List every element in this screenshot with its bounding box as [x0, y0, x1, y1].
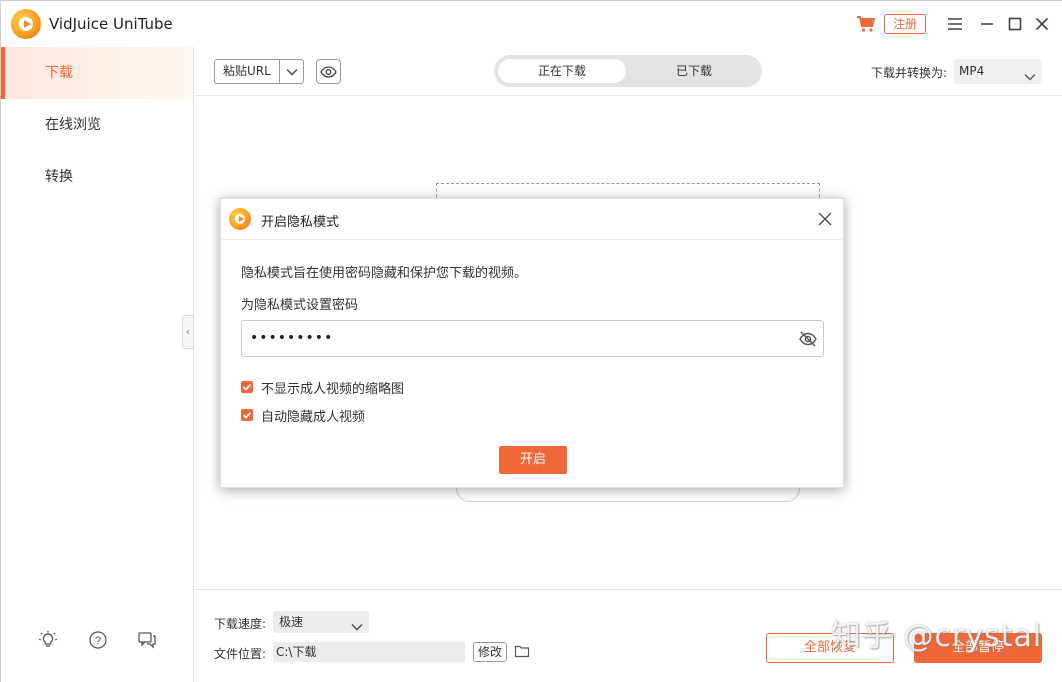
maximize-icon[interactable]: [1005, 14, 1025, 34]
watermark: 知乎 @crystal: [831, 619, 1043, 654]
app-logo-icon: [229, 208, 251, 230]
chevron-down-icon: [351, 616, 363, 638]
tab-downloading[interactable]: 正在下载: [498, 59, 626, 83]
hide-thumbnails-checkbox-row[interactable]: 不显示成人视频的缩略图: [241, 379, 405, 397]
toolbar: 粘贴URL 正在下载 已下载 下载并转换为: MP4: [194, 47, 1062, 96]
sidebar: 下载 在线浏览 转换 ?: [1, 47, 194, 682]
paste-url-label: 粘贴URL: [223, 64, 271, 78]
divider: [279, 60, 280, 83]
chevron-down-icon: [1024, 65, 1036, 90]
privacy-mode-dialog: 开启隐私模式 隐私模式旨在使用密码隐藏和保护您下载的视频。 为隐私模式设置密码 …: [220, 198, 844, 488]
menu-icon[interactable]: [945, 14, 965, 34]
format-label: 下载并转换为:: [871, 66, 948, 80]
register-button[interactable]: 注册: [884, 14, 926, 34]
speed-label: 下载速度:: [214, 617, 267, 631]
lightbulb-icon[interactable]: [37, 629, 59, 651]
checkbox-checked[interactable]: [241, 381, 253, 393]
sidebar-item-download[interactable]: 下载: [1, 47, 193, 99]
location-label: 文件位置:: [214, 647, 267, 661]
sidebar-item-convert[interactable]: 转换: [1, 151, 193, 203]
modify-path-button[interactable]: 修改: [473, 642, 507, 662]
feedback-icon[interactable]: [136, 629, 158, 651]
cart-icon[interactable]: [856, 14, 876, 34]
close-icon[interactable]: [1032, 14, 1052, 34]
checkbox-label: 自动隐藏成人视频: [261, 409, 366, 425]
download-status-tabs: 正在下载 已下载: [494, 55, 762, 87]
chevron-down-icon[interactable]: [281, 60, 303, 83]
minimize-icon[interactable]: [977, 14, 997, 34]
app-title: VidJuice UniTube: [49, 15, 173, 33]
title-bar: VidJuice UniTube 注册: [1, 1, 1062, 47]
password-field[interactable]: •••••••••: [241, 320, 824, 357]
dialog-title: 开启隐私模式: [261, 215, 340, 230]
speed-select[interactable]: 极速: [273, 611, 369, 633]
app-window: VidJuice UniTube 注册 下载 在线浏览 转换 ? ‹ 粘贴URL…: [0, 0, 1062, 682]
format-select[interactable]: MP4: [954, 59, 1042, 84]
dialog-header: 开启隐私模式: [221, 199, 843, 240]
collapse-sidebar-handle[interactable]: ‹: [182, 315, 194, 349]
sidebar-item-online-browse[interactable]: 在线浏览: [1, 99, 193, 151]
auto-hide-checkbox-row[interactable]: 自动隐藏成人视频: [241, 407, 366, 425]
download-path-field[interactable]: C:\下载: [273, 642, 465, 662]
hide-password-icon[interactable]: [798, 329, 818, 349]
eye-icon: [320, 65, 337, 78]
enable-privacy-button[interactable]: 开启: [499, 446, 567, 474]
paste-url-button[interactable]: 粘贴URL: [214, 59, 304, 84]
speed-value: 极速: [279, 615, 304, 629]
dialog-description: 隐私模式旨在使用密码隐藏和保护您下载的视频。: [241, 266, 528, 281]
tab-downloaded[interactable]: 已下载: [630, 59, 758, 83]
app-logo-icon: [11, 9, 41, 39]
password-value: •••••••••: [250, 330, 334, 346]
checkbox-checked[interactable]: [241, 409, 253, 421]
format-value: MP4: [959, 64, 985, 78]
privacy-eye-button[interactable]: [316, 59, 341, 84]
password-label: 为隐私模式设置密码: [241, 298, 359, 313]
folder-icon[interactable]: [514, 643, 530, 659]
svg-text:?: ?: [95, 635, 101, 647]
dialog-close-icon[interactable]: [817, 211, 833, 227]
help-icon[interactable]: ?: [87, 629, 109, 651]
checkbox-label: 不显示成人视频的缩略图: [261, 381, 405, 397]
